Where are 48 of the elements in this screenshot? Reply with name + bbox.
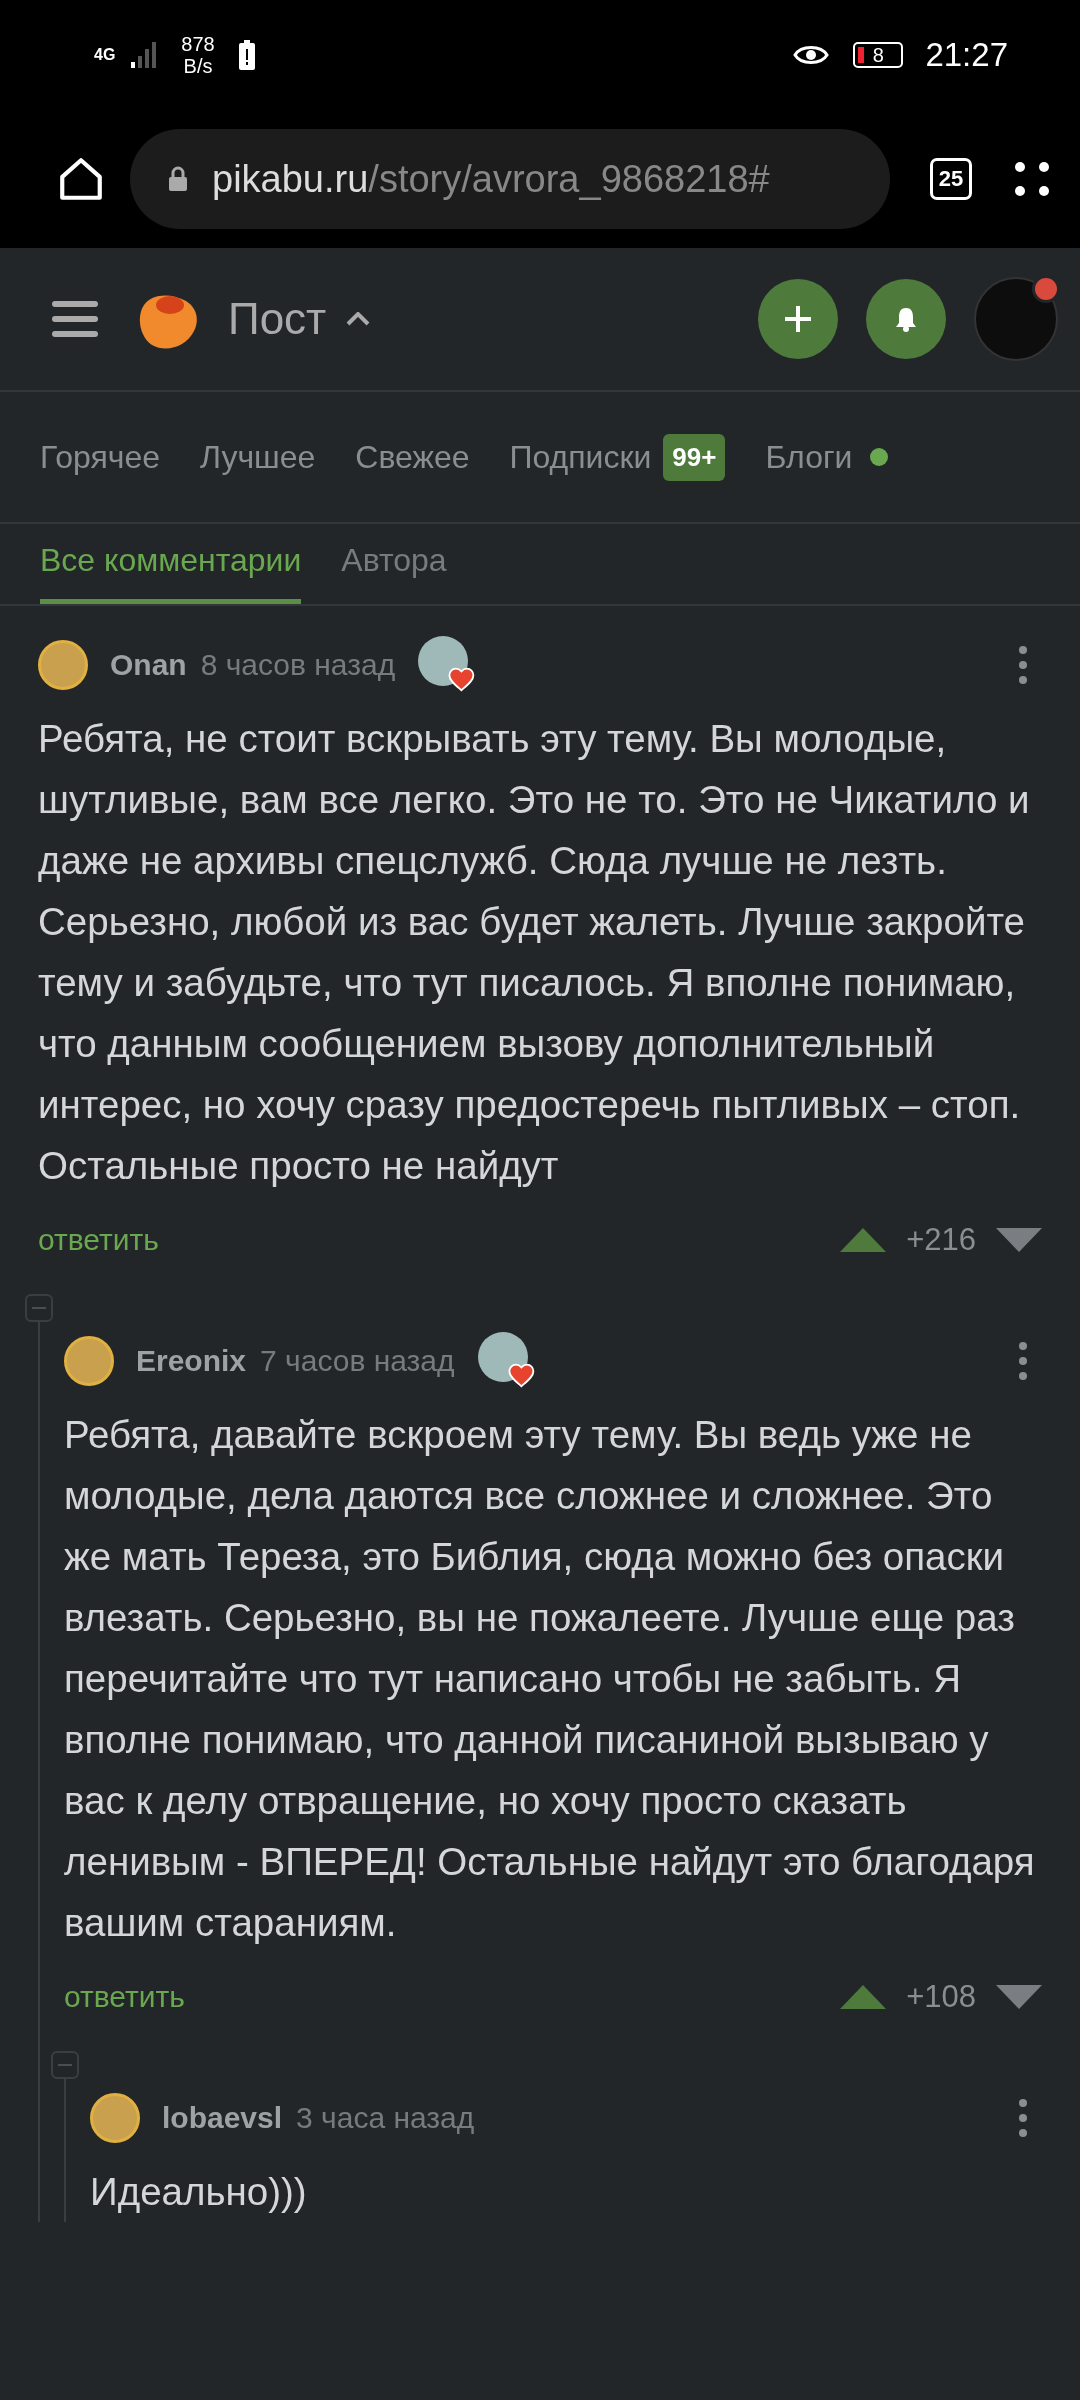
comments-tab[interactable]: Автора [341,542,447,604]
comment-text: Ребята, не стоит вскрывать эту тему. Вы молодые, шутливые, вам все легко. Это не то. Это не Чикатило и даже не архивы спецслужб. Сюда лучше не лезть. Серьезно, любой из вас будет жалеть. Лучше закройте тему и забудьте, что тут писалось. Я вполне понимаю, что данным сообщением вызову дополнительный интерес, но хочу сразу предостеречь пытливых – стоп. Остальные просто не найдут [38,716,1031,1189]
downvote-icon[interactable] [996,1228,1042,1252]
comment-time: 8 часов назад [200,648,396,682]
network-speed: 878 [181,33,215,55]
nav-tab[interactable]: Свежее [355,438,470,476]
upvote-icon[interactable] [840,1228,887,1252]
author-name[interactable]: Onan [110,648,187,682]
nav-tab[interactable]: Блоги [765,438,853,476]
reply-link[interactable]: ответить [64,1980,185,2014]
lock-icon [168,166,188,192]
more-icon[interactable] [1016,645,1030,685]
battery-level: 8 [853,42,904,68]
comment-time: 7 часов назад [260,1344,455,1378]
url-path: /story/avrora_9868218# [368,157,770,201]
avatar[interactable] [64,1336,114,1386]
more-icon[interactable] [1016,2098,1030,2138]
tabs-count-button[interactable]: 25 [930,158,972,200]
nav-tab[interactable]: Лучшее [200,438,316,476]
page-title[interactable]: Пост [228,294,327,344]
rating: +216 [906,1222,976,1258]
count-badge: 99+ [663,433,726,481]
comment-time: 3 часа назад [296,2101,475,2135]
author-name[interactable]: lobaevsl [162,2101,283,2135]
comments-tab[interactable]: Все комментарии [40,542,302,604]
rating: +108 [906,1979,976,2015]
menu-icon[interactable] [1012,159,1052,199]
upvote-icon[interactable] [840,1985,887,2009]
comment-text: Идеально))) [90,2169,308,2215]
comment-text: Ребята, давайте вскроем эту тему. Вы ведь уже не молодые, дела даются все сложнее и сложнее. Это же мать Тереза, это Библия, сюда можно без опаски влезать. Серьезно, вы не пожалеете. Лучше еще раз перечитайте что тут написано чтобы не забыть. Я вполне понимаю, что данной писаниной вызываю у вас к делу отвращение, но хочу просто сказать ленивым - ВПЕРЕД! Остальные найдут это благодаря вашим стараниям. [64,1412,1036,1946]
reply-link[interactable]: ответить [38,1223,159,1257]
battery-alert-icon [238,40,255,70]
nav-tab[interactable]: Подписки [509,438,652,476]
caret-icon[interactable] [346,312,371,326]
menu-icon[interactable] [52,301,98,337]
url-domain: pikabu.ru [212,157,369,201]
network-type: 4G [94,46,116,64]
author-name[interactable]: Ereonix [136,1344,247,1378]
speed-unit: B/s [183,55,213,77]
address-bar[interactable]: pikabu.ru/story/avrora_9868218# [130,129,890,229]
avatar[interactable] [90,2093,140,2143]
clock: 21:27 [925,36,1008,74]
avatar[interactable] [38,640,88,690]
eye-icon [793,43,830,67]
plus-icon [783,304,813,334]
more-icon[interactable] [1016,1341,1030,1381]
nav-tab[interactable]: Горячее [40,438,160,476]
downvote-icon[interactable] [996,1985,1042,2009]
